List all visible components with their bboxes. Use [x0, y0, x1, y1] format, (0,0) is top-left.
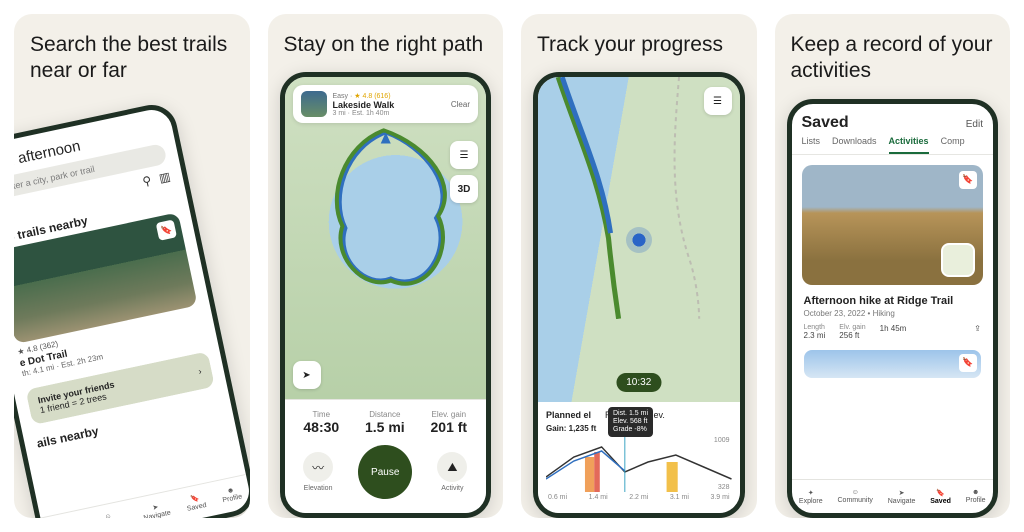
headline: Stay on the right path — [280, 32, 492, 58]
headline: Track your progress — [533, 32, 745, 58]
profile-icon: ☻ — [226, 486, 235, 494]
activity-photo-2[interactable]: 🔖 — [804, 350, 982, 378]
tab-lists[interactable]: Lists — [802, 136, 821, 154]
tab-profile[interactable]: ☻Profile — [220, 485, 243, 504]
chart-tooltip: Dist. 1.5 mi Elev. 568 ft Grade -8% — [608, 407, 653, 437]
layers-button[interactable]: ☰ — [704, 87, 732, 115]
stat-elev: Elv. gain256 ft — [839, 324, 865, 340]
promo-card-progress: Track your progress ☰ 10:32 Planned el R… — [521, 14, 757, 518]
rating: ★ 4.8 (616) — [354, 93, 390, 100]
locate-button[interactable]: ➤ — [293, 361, 321, 389]
stat-distance: Distance1.5 mi — [365, 410, 405, 435]
promo-card-search: Search the best trails near or far Good … — [14, 14, 250, 518]
tab-comp[interactable]: Comp — [941, 136, 965, 154]
trail-info-card[interactable]: Easy · ★ 4.8 (616) Lakeside Walk 3 mi · … — [293, 85, 479, 123]
3d-button[interactable]: 3D — [450, 175, 478, 203]
difficulty: Easy — [333, 93, 349, 100]
headline: Keep a record of your activities — [787, 32, 999, 85]
user-location-icon — [626, 227, 652, 253]
headline: Search the best trails near or far — [26, 32, 238, 85]
phone-mock-4: Saved Edit Lists Downloads Activities Co… — [787, 99, 999, 519]
tab-saved[interactable]: 🔖Saved — [930, 489, 951, 505]
phone-mock-1: Good afternoon ⌕ Enter a city, park or t… — [14, 100, 250, 518]
activity-title[interactable]: Afternoon hike at Ridge Trail — [804, 295, 982, 307]
tab-saved[interactable]: 🔖Saved — [184, 492, 207, 512]
clear-button[interactable]: Clear — [451, 100, 470, 109]
trail-name: Lakeside Walk — [333, 100, 445, 110]
chevron-right-icon: › — [197, 366, 202, 376]
nav-icon: ➤ — [151, 502, 158, 511]
filter-icon[interactable]: ⚲ — [141, 173, 153, 189]
profile-icon: ☻ — [972, 489, 979, 496]
tab-navigate[interactable]: ➤Navigate — [888, 489, 916, 505]
bookmark-icon[interactable]: 🔖 — [155, 219, 176, 240]
tab-profile[interactable]: ☻Profile — [966, 489, 986, 504]
bottom-tab-bar: ✦Explore ☺Community ➤Navigate 🔖Saved ☻Pr… — [792, 479, 994, 513]
phone-mock-2: Easy · ★ 4.8 (616) Lakeside Walk 3 mi · … — [280, 72, 492, 518]
elevation-button[interactable]: 〰 — [303, 452, 333, 482]
pause-button[interactable]: Pause — [358, 445, 412, 499]
trail-sub: 3 mi · Est. 1h 40m — [333, 110, 445, 117]
bottom-tab-bar: ✦Explore ☺Community ➤Navigate 🔖Saved ☻Pr… — [40, 473, 249, 518]
bookmark-icon: 🔖 — [936, 489, 945, 497]
map-icon[interactable]: ▥ — [157, 169, 171, 185]
tab-explore[interactable]: ✦Explore — [799, 489, 823, 505]
elevation-chart[interactable]: 1009 328 Dist. 1.5 mi Elev. 568 ft Grade… — [546, 437, 732, 507]
tab-community[interactable]: ☺Community — [90, 509, 128, 518]
stat-length: Length2.3 mi — [804, 324, 826, 340]
layers-button[interactable]: ☰ — [450, 141, 478, 169]
stat-time: Time48:30 — [303, 410, 339, 435]
bookmark-icon[interactable]: 🔖 — [959, 354, 977, 372]
compass-icon: ✦ — [808, 489, 814, 497]
stat-time: 1h 45m — [880, 324, 907, 340]
layers-icon: ☰ — [460, 150, 469, 161]
timer-pill[interactable]: 10:32 — [616, 373, 661, 392]
people-icon: ☺ — [104, 512, 112, 518]
activity-photo[interactable]: 🔖 — [802, 165, 984, 285]
stat-elev: Elev. gain201 ft — [431, 410, 468, 435]
chart-x-labels: 0.6 mi 1.4 mi 2.2 mi 3.1 mi 3.9 mi — [546, 494, 732, 501]
trail-thumb — [301, 91, 327, 117]
stats-panel: Time48:30 Distance1.5 mi Elev. gain201 f… — [285, 399, 487, 513]
chart-svg — [546, 437, 732, 492]
bookmark-icon: 🔖 — [190, 493, 200, 503]
elevation-icon: 〰 — [312, 459, 324, 476]
progress-map[interactable]: ☰ 10:32 — [538, 77, 740, 402]
tab-community[interactable]: ☺Community — [838, 489, 873, 504]
locate-icon: ➤ — [302, 370, 310, 381]
promo-card-record: Keep a record of your activities Saved E… — [775, 14, 1011, 518]
saved-tabs: Lists Downloads Activities Comp — [792, 136, 994, 155]
page-title: Saved — [802, 114, 849, 132]
phone-mock-3: ☰ 10:32 Planned el Recorded elev. Gain: … — [533, 72, 745, 518]
layers-icon: ☰ — [713, 96, 722, 107]
share-icon[interactable]: ⇪ — [974, 324, 981, 340]
tab-downloads[interactable]: Downloads — [832, 136, 877, 154]
tab-planned-elev[interactable]: Planned el — [546, 410, 591, 420]
promo-card-path: Stay on the right path Easy · ★ 4.8 (616… — [268, 14, 504, 518]
activity-icon: ⛰ — [447, 460, 457, 475]
activity-date: October 23, 2022 • Hiking — [804, 309, 982, 318]
mini-map-icon — [941, 243, 975, 277]
nav-icon: ➤ — [899, 489, 905, 497]
edit-button[interactable]: Edit — [966, 119, 983, 130]
tab-navigate[interactable]: ➤Navigate — [141, 500, 171, 518]
tab-activities[interactable]: Activities — [889, 136, 929, 154]
people-icon: ☺ — [852, 489, 859, 496]
elevation-panel: Planned el Recorded elev. Gain: 1,235 ft… — [538, 402, 740, 513]
bookmark-icon[interactable]: 🔖 — [959, 171, 977, 189]
trail-map[interactable]: Easy · ★ 4.8 (616) Lakeside Walk 3 mi · … — [285, 77, 487, 399]
activity-button[interactable]: ⛰ — [437, 452, 467, 482]
